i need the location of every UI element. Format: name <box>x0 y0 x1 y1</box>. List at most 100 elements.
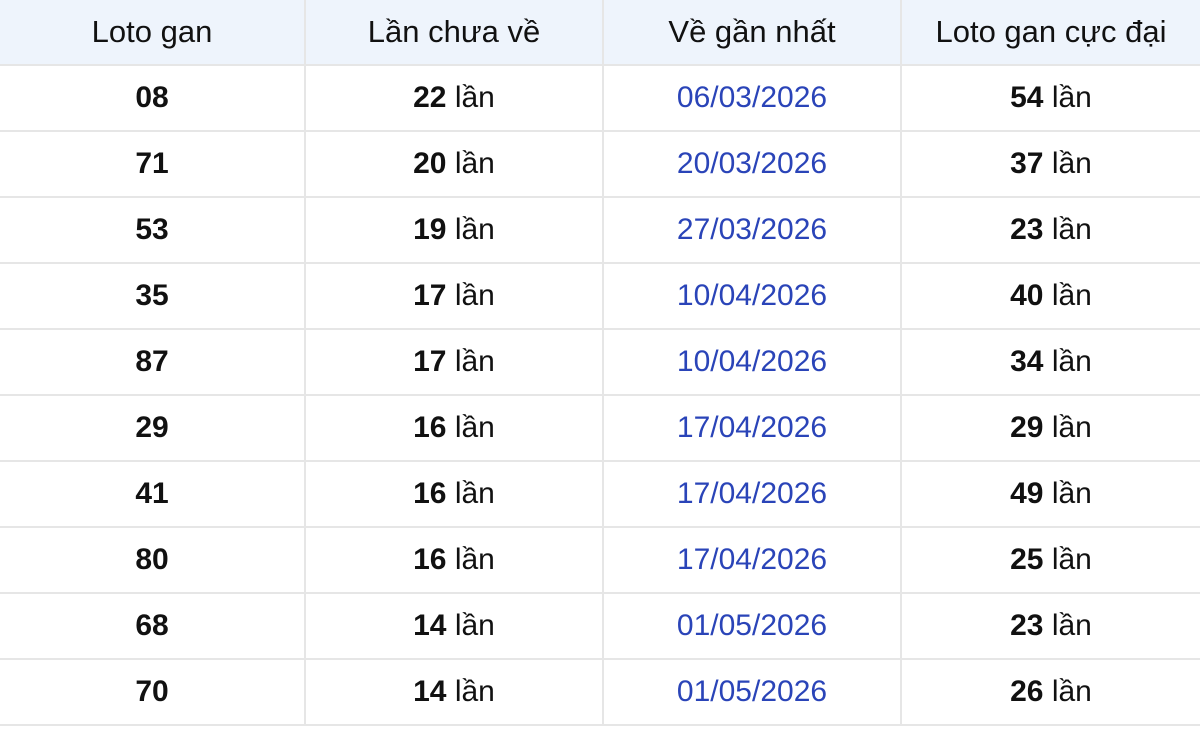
loto-number-cell: 70 <box>0 658 306 726</box>
max-gan-unit: lần <box>1051 609 1092 642</box>
gan-unit: lần <box>454 543 495 576</box>
gan-unit: lần <box>454 411 495 444</box>
max-gan-cell: 25 lần <box>900 526 1200 594</box>
max-gan-cell: 26 lần <box>900 658 1200 726</box>
last-date: 17/04/2026 <box>676 543 828 576</box>
last-date: 10/04/2026 <box>676 279 828 312</box>
last-date-cell: 17/04/2026 <box>602 460 902 528</box>
gan-count: 17 <box>413 345 447 378</box>
table-header: Loto gan Lần chưa về Về gần nhất Loto ga… <box>0 0 1200 66</box>
gan-count: 22 <box>413 81 447 114</box>
loto-number: 41 <box>135 477 169 510</box>
last-date: 06/03/2026 <box>676 81 828 114</box>
max-gan-count: 49 <box>1010 477 1044 510</box>
header-loto-gan: Loto gan <box>0 0 306 66</box>
gan-count: 16 <box>413 543 447 576</box>
last-date-cell: 06/03/2026 <box>602 64 902 132</box>
last-date-cell: 17/04/2026 <box>602 526 902 594</box>
header-lan-chua-ve: Lần chưa về <box>304 0 604 66</box>
last-date-cell: 10/04/2026 <box>602 262 902 330</box>
max-gan-unit: lần <box>1051 345 1092 378</box>
loto-gan-table: Loto gan Lần chưa về Về gần nhất Loto ga… <box>0 0 1200 726</box>
table-row: 87 17 lần 10/04/2026 34 lần <box>0 328 1200 396</box>
max-gan-unit: lần <box>1051 411 1092 444</box>
max-gan-unit: lần <box>1051 543 1092 576</box>
max-gan-unit: lần <box>1051 675 1092 708</box>
gan-unit: lần <box>454 477 495 510</box>
gan-count: 16 <box>413 477 447 510</box>
max-gan-cell: 34 lần <box>900 328 1200 396</box>
max-gan-count: 54 <box>1010 81 1044 114</box>
gan-count: 20 <box>413 147 447 180</box>
gan-unit: lần <box>454 609 495 642</box>
gan-unit: lần <box>454 675 495 708</box>
loto-number: 71 <box>135 147 169 180</box>
last-date: 27/03/2026 <box>676 213 828 246</box>
table-row: 68 14 lần 01/05/2026 23 lần <box>0 592 1200 660</box>
loto-number-cell: 08 <box>0 64 306 132</box>
gan-count-cell: 17 lần <box>304 328 604 396</box>
gan-unit: lần <box>454 147 495 180</box>
loto-number: 70 <box>135 675 169 708</box>
max-gan-count: 29 <box>1010 411 1044 444</box>
table-row: 08 22 lần 06/03/2026 54 lần <box>0 64 1200 132</box>
table-row: 71 20 lần 20/03/2026 37 lần <box>0 130 1200 198</box>
max-gan-cell: 40 lần <box>900 262 1200 330</box>
last-date-cell: 20/03/2026 <box>602 130 902 198</box>
gan-count-cell: 19 lần <box>304 196 604 264</box>
last-date: 20/03/2026 <box>676 147 828 180</box>
table-row: 70 14 lần 01/05/2026 26 lần <box>0 658 1200 726</box>
last-date: 17/04/2026 <box>676 477 828 510</box>
header-loto-gan-cuc-dai: Loto gan cực đại <box>900 0 1200 66</box>
gan-unit: lần <box>454 213 495 246</box>
max-gan-unit: lần <box>1051 213 1092 246</box>
last-date-cell: 01/05/2026 <box>602 592 902 660</box>
gan-count-cell: 17 lần <box>304 262 604 330</box>
gan-count-cell: 16 lần <box>304 526 604 594</box>
last-date-cell: 27/03/2026 <box>602 196 902 264</box>
loto-number: 80 <box>135 543 169 576</box>
max-gan-cell: 29 lần <box>900 394 1200 462</box>
max-gan-cell: 54 lần <box>900 64 1200 132</box>
max-gan-count: 23 <box>1010 609 1044 642</box>
gan-count: 14 <box>413 675 447 708</box>
max-gan-count: 25 <box>1010 543 1044 576</box>
gan-unit: lần <box>454 279 495 312</box>
table-row: 80 16 lần 17/04/2026 25 lần <box>0 526 1200 594</box>
gan-unit: lần <box>454 81 495 114</box>
gan-count: 19 <box>413 213 447 246</box>
last-date: 17/04/2026 <box>676 411 828 444</box>
last-date: 01/05/2026 <box>676 609 828 642</box>
loto-number-cell: 35 <box>0 262 306 330</box>
table-body: 08 22 lần 06/03/2026 54 lần 71 20 lần 20… <box>0 64 1200 726</box>
last-date-cell: 17/04/2026 <box>602 394 902 462</box>
loto-number: 29 <box>135 411 169 444</box>
gan-count-cell: 22 lần <box>304 64 604 132</box>
max-gan-count: 37 <box>1010 147 1044 180</box>
header-ve-gan-nhat: Về gần nhất <box>602 0 902 66</box>
last-date: 01/05/2026 <box>676 675 828 708</box>
loto-number-cell: 29 <box>0 394 306 462</box>
gan-count: 14 <box>413 609 447 642</box>
max-gan-count: 34 <box>1010 345 1044 378</box>
last-date: 10/04/2026 <box>676 345 828 378</box>
table-row: 41 16 lần 17/04/2026 49 lần <box>0 460 1200 528</box>
last-date-cell: 01/05/2026 <box>602 658 902 726</box>
max-gan-cell: 49 lần <box>900 460 1200 528</box>
gan-count-cell: 14 lần <box>304 592 604 660</box>
max-gan-unit: lần <box>1051 147 1092 180</box>
gan-count: 16 <box>413 411 447 444</box>
max-gan-cell: 37 lần <box>900 130 1200 198</box>
gan-count-cell: 16 lần <box>304 460 604 528</box>
max-gan-cell: 23 lần <box>900 592 1200 660</box>
loto-number-cell: 68 <box>0 592 306 660</box>
max-gan-count: 23 <box>1010 213 1044 246</box>
loto-number: 87 <box>135 345 169 378</box>
table-row: 29 16 lần 17/04/2026 29 lần <box>0 394 1200 462</box>
loto-number-cell: 53 <box>0 196 306 264</box>
table-row: 35 17 lần 10/04/2026 40 lần <box>0 262 1200 330</box>
loto-number: 68 <box>135 609 169 642</box>
max-gan-cell: 23 lần <box>900 196 1200 264</box>
loto-number: 08 <box>135 81 169 114</box>
gan-count-cell: 14 lần <box>304 658 604 726</box>
